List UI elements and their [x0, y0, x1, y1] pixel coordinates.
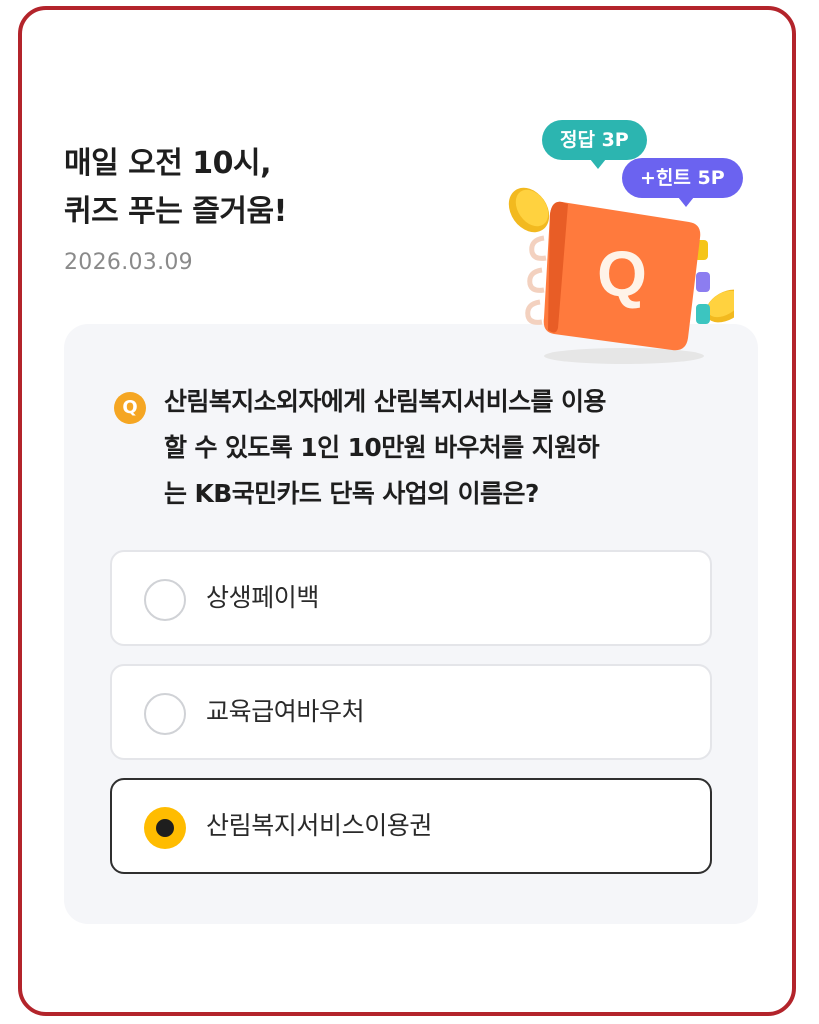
radio-button[interactable]: [144, 693, 186, 735]
answer-option-1[interactable]: 상생페이백: [110, 550, 712, 646]
radio-dot-icon: [156, 819, 174, 837]
quiz-date: 2026.03.09: [64, 250, 193, 275]
answer-points-badge: 정답 3P: [542, 120, 647, 169]
quiz-panel: Q 산림복지소외자에게 산림복지서비스를 이용 할 수 있도록 1인 10만원 …: [64, 324, 758, 924]
question-line-2: 할 수 있도록 1인 10만원 바우처를 지원하: [164, 433, 600, 462]
question-text: 산림복지소외자에게 산림복지서비스를 이용 할 수 있도록 1인 10만원 바우…: [164, 379, 724, 517]
question-line-1: 산림복지소외자에게 산림복지서비스를 이용: [164, 387, 606, 416]
answer-option-label: 교육급여바우처: [206, 697, 365, 726]
quiz-notebook-icon: Q: [508, 187, 734, 364]
answer-option-label: 산림복지서비스이용권: [206, 811, 433, 840]
title-line-1: 매일 오전 10시,: [64, 146, 272, 181]
answer-option-label: 상생페이백: [206, 583, 320, 612]
question-marker-icon: Q: [114, 392, 146, 424]
hint-points-badge: +힌트 5P: [622, 158, 743, 207]
answer-option-2[interactable]: 교육급여바우처: [110, 664, 712, 760]
notebook-letter: Q: [597, 238, 647, 310]
radio-button-selected[interactable]: [144, 807, 186, 849]
quiz-card: 매일 오전 10시, 퀴즈 푸는 즐거움! 2026.03.09 Q 산림복지소…: [18, 6, 796, 1016]
title-line-2: 퀴즈 푸는 즐거움!: [64, 194, 287, 229]
question-line-3: 는 KB국민카드 단독 사업의 이름은?: [164, 479, 539, 508]
answer-option-3[interactable]: 산림복지서비스이용권: [110, 778, 712, 874]
radio-button[interactable]: [144, 579, 186, 621]
page-title: 매일 오전 10시, 퀴즈 푸는 즐거움!: [64, 140, 287, 236]
